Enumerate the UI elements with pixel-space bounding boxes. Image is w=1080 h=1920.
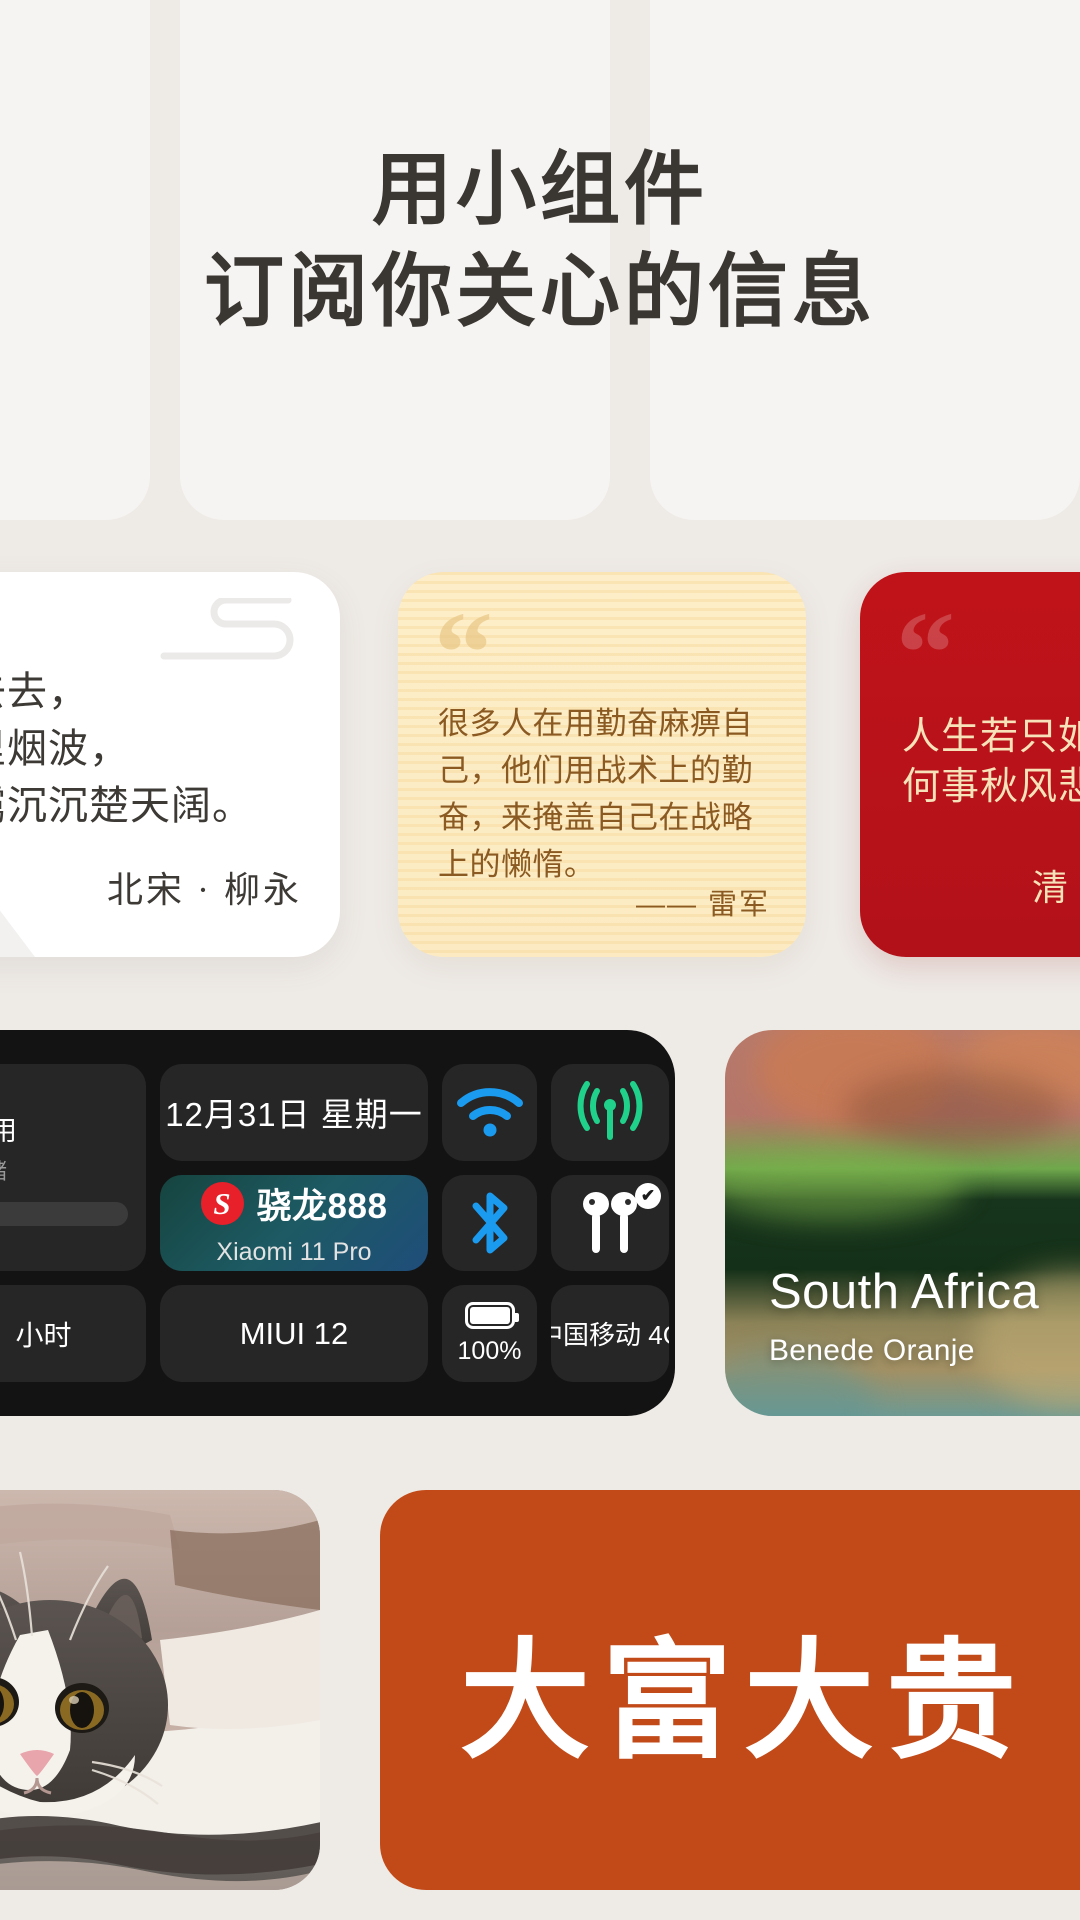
satellite-map-widget[interactable]: South Africa Benede Oranje [725,1030,1080,1416]
quote-widgets-row: 念去去， 千里烟波， 暮霭沉沉楚天阔。 北宋 · 柳永 “ 很多人在用勤奋麻痹自… [0,560,1080,970]
wifi-toggle[interactable] [442,1064,537,1161]
earbuds-icon [583,1191,637,1253]
quote-mark-icon: “ [434,587,493,718]
map-location-title: South Africa [769,1265,1040,1319]
poem-text: 念去去， 千里烟波， 暮霭沉沉楚天阔。 [0,669,253,828]
date-tile[interactable]: 12月31日 星期一 [160,1064,428,1161]
app-screen: 用小组件 订阅你关心的信息 念去去， 千里烟波， 暮霭沉沉楚天阔。 北宋 · 柳… [0,0,1080,1920]
earbuds-toggle[interactable]: ✔ [551,1174,669,1272]
battery-full-icon [464,1301,519,1329]
fortune-widget-card[interactable]: 大富大贵 [380,1490,1080,1890]
snapdragon-logo-icon [200,1182,244,1226]
hero-section: 用小组件 订阅你关心的信息 [0,0,1080,530]
widgets-bottom-row: 大富大贵 [0,1470,1080,1920]
storage-label: 可用 [0,1116,17,1147]
yellow-quote-text: 很多人在用勤奋麻痹自己，他们用战术上的勤奋，来掩盖自己在战略上的懒惰。 [438,706,753,883]
poem-widget-card[interactable]: 念去去， 千里烟波， 暮霭沉沉楚天阔。 北宋 · 柳永 [0,572,340,957]
yellow-quote-attribution: —— 雷军 [635,889,770,921]
device-control-widget[interactable]: 可用 存储 12月31日 星期一 [0,1030,675,1416]
screen-time-label: 小时 [15,1319,72,1351]
date-label: 12月31日 星期一 [165,1096,423,1134]
photo-widget-card[interactable] [0,1490,320,1890]
storage-sublabel: 存储 [0,1154,7,1186]
chipset-name: 骁龙888 [256,1187,388,1227]
map-terrain-blob [725,1150,965,1220]
os-version-label: MIUI 12 [239,1315,349,1351]
battery-tile[interactable]: 100% [442,1285,537,1382]
cloud-ornament-icon [160,598,294,660]
chipset-tile[interactable]: 骁龙888 Xiaomi 11 Pro [160,1174,428,1272]
yellow-quote-widget-card[interactable]: “ 很多人在用勤奋麻痹自己，他们用战术上的勤奋，来掩盖自己在战略上的懒惰。 ——… [398,572,806,957]
quote-mark-icon: “ [896,587,955,718]
hero-title-line-1: 用小组件 [372,147,708,235]
device-model: Xiaomi 11 Pro [216,1238,372,1267]
carrier-tile[interactable]: 中国移动 4G [551,1285,669,1382]
bluetooth-toggle[interactable] [442,1174,537,1272]
hero-title-line-2: 订阅你关心的信息 [204,249,876,338]
red-quote-text: 人生若只如初见， 何事秋风悲画扇。 [902,716,1080,809]
carrier-label: 中国移动 4G [551,1320,669,1351]
red-quote-attribution: 清 · 纳兰性德 [1032,868,1080,908]
screen-time-tile[interactable]: 小时 [0,1285,146,1382]
poem-attribution: 北宋 · 柳永 [107,870,302,910]
storage-bar-icon [0,1202,128,1227]
map-terrain-blob [845,1070,1065,1150]
page-title: 用小组件 订阅你关心的信息 [0,140,1080,345]
earbuds-connected-badge: ✔ [635,1182,661,1209]
fortune-text: 大富大贵 [460,1631,1029,1775]
battery-percent-label: 100% [457,1336,522,1365]
red-quote-widget-card[interactable]: “ 人生若只如初见， 何事秋风悲画扇。 清 · 纳兰性德 [860,572,1080,957]
wifi-icon [456,1088,523,1137]
widgets-middle-row: 可用 存储 12月31日 星期一 [0,1020,1080,1440]
storage-tile[interactable]: 可用 存储 [0,1064,146,1272]
mobile-data-toggle[interactable] [551,1064,669,1161]
cat-photo [0,1490,320,1890]
map-location-subtitle: Benede Oranje [769,1334,975,1367]
mobile-data-icon [577,1081,643,1141]
os-version-tile[interactable]: MIUI 12 [160,1285,428,1382]
bluetooth-icon [472,1192,507,1254]
